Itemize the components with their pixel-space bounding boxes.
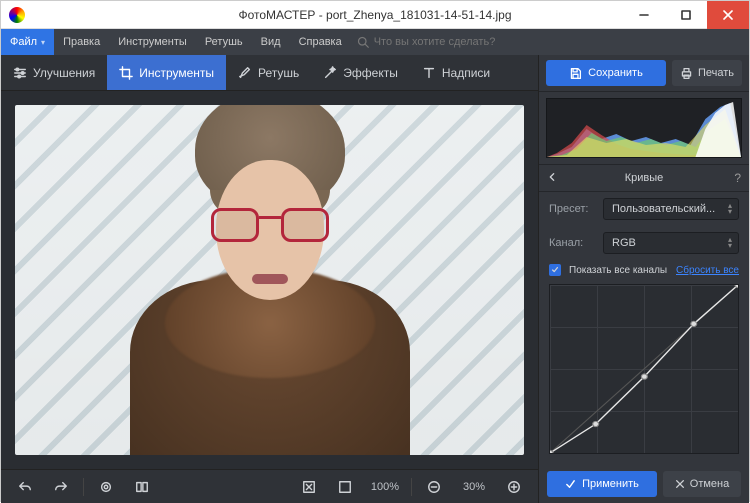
updown-icon: ▴▾	[728, 237, 732, 249]
histogram	[546, 98, 742, 158]
sliders-icon	[13, 66, 27, 80]
print-button[interactable]: Печать	[672, 60, 742, 86]
help-search[interactable]	[357, 29, 534, 55]
tab-text-label: Надписи	[442, 66, 490, 80]
maximize-button[interactable]	[665, 1, 707, 29]
show-all-label: Показать все каналы	[569, 265, 667, 276]
undo-button[interactable]	[11, 475, 39, 499]
image-canvas[interactable]	[1, 91, 538, 469]
window-titlebar: ФотоМАСТЕР - port_Zhenya_181031-14-51-14…	[1, 1, 749, 29]
tab-retouch-label: Ретушь	[258, 66, 299, 80]
apply-button[interactable]: Применить	[547, 471, 657, 497]
tab-retouch[interactable]: Ретушь	[226, 55, 311, 90]
updown-icon: ▴▾	[728, 203, 732, 215]
chevron-down-icon: ▾	[41, 38, 45, 47]
before-after-button[interactable]	[128, 475, 156, 499]
text-icon	[422, 66, 436, 80]
menu-help[interactable]: Справка	[290, 29, 351, 55]
search-icon	[357, 36, 369, 48]
tab-effects[interactable]: Эффекты	[311, 55, 410, 90]
reset-link[interactable]: Сбросить все	[676, 265, 739, 276]
save-icon	[569, 67, 582, 80]
tab-enhance-label: Улучшения	[33, 66, 95, 80]
help-search-input[interactable]	[374, 36, 534, 48]
panel-header: Кривые ?	[539, 164, 749, 192]
tab-text[interactable]: Надписи	[410, 55, 502, 90]
status-bar: 100% 30%	[1, 469, 538, 503]
tab-tools-label: Инструменты	[139, 66, 214, 80]
compare-button[interactable]	[92, 475, 120, 499]
show-all-checkbox[interactable]	[549, 264, 561, 276]
tab-tools[interactable]: Инструменты	[107, 55, 226, 90]
save-button[interactable]: Сохранить	[546, 60, 666, 86]
cancel-button[interactable]: Отмена	[663, 471, 741, 497]
check-icon	[565, 479, 576, 490]
menu-file-label: Файл	[10, 36, 37, 48]
print-icon	[680, 67, 693, 80]
fit-screen-button[interactable]	[295, 475, 323, 499]
preset-value: Пользовательский...	[612, 203, 715, 215]
brush-icon	[238, 66, 252, 80]
help-button[interactable]: ?	[734, 171, 741, 185]
channel-select[interactable]: RGB ▴▾	[603, 232, 739, 254]
panel-title: Кривые	[625, 172, 664, 184]
preset-label: Пресет:	[549, 203, 595, 215]
cancel-label: Отмена	[690, 478, 729, 490]
print-label: Печать	[698, 67, 734, 79]
zoom-current-label: 30%	[456, 481, 492, 493]
apply-label: Применить	[582, 478, 639, 490]
back-button[interactable]	[547, 172, 557, 185]
menu-retouch[interactable]: Ретушь	[196, 29, 252, 55]
close-button[interactable]	[707, 1, 749, 29]
zoom-100-label: 100%	[367, 481, 403, 493]
menu-file[interactable]: Файл ▾	[1, 29, 54, 55]
curves-editor[interactable]	[549, 284, 739, 454]
preset-select[interactable]: Пользовательский... ▴▾	[603, 198, 739, 220]
channel-value: RGB	[612, 237, 636, 249]
wand-icon	[323, 66, 337, 80]
photo-preview	[15, 105, 524, 455]
tool-tabbar: Улучшения Инструменты Ретушь Эффекты Над…	[1, 55, 538, 91]
x-icon	[675, 479, 685, 489]
redo-button[interactable]	[47, 475, 75, 499]
app-logo	[9, 7, 25, 23]
channel-label: Канал:	[549, 237, 595, 249]
save-label: Сохранить	[588, 67, 643, 79]
zoom-in-button[interactable]	[500, 475, 528, 499]
minimize-button[interactable]	[623, 1, 665, 29]
menu-tools[interactable]: Инструменты	[109, 29, 196, 55]
tab-effects-label: Эффекты	[343, 66, 398, 80]
zoom-out-button[interactable]	[420, 475, 448, 499]
menu-view[interactable]: Вид	[252, 29, 290, 55]
tab-enhance[interactable]: Улучшения	[1, 55, 107, 90]
menu-bar: Файл ▾ Правка Инструменты Ретушь Вид Спра…	[1, 29, 749, 55]
menu-edit[interactable]: Правка	[54, 29, 109, 55]
actual-size-button[interactable]	[331, 475, 359, 499]
crop-icon	[119, 66, 133, 80]
